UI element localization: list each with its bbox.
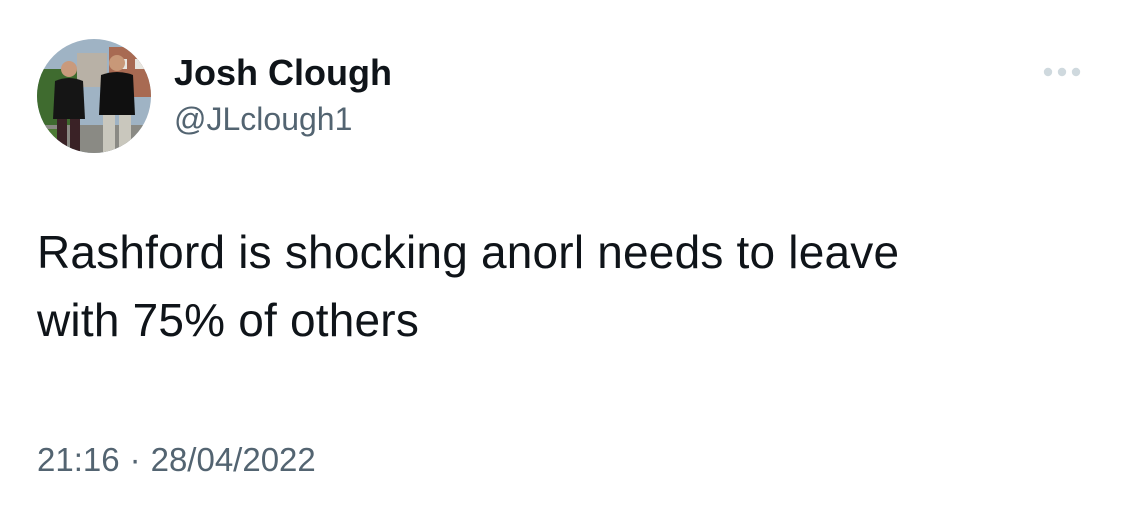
tweet-text: Rashford is shocking anorl needs to leav…: [37, 218, 1097, 354]
author-handle[interactable]: @JLclough1: [174, 100, 392, 138]
author-avatar[interactable]: [37, 39, 151, 153]
tweet-timestamp[interactable]: 21:16 · 28/04/2022: [37, 440, 316, 480]
tweet-text-line: with 75% of others: [37, 294, 420, 346]
timestamp-separator: ·: [129, 441, 141, 478]
more-horizontal-icon: [1043, 67, 1081, 77]
author-info: Josh Clough @JLclough1: [174, 52, 392, 138]
tweet-time: 21:16: [37, 441, 120, 478]
author-display-name[interactable]: Josh Clough: [174, 52, 392, 94]
tweet-text-line: Rashford is shocking anorl needs to leav…: [37, 226, 900, 278]
tweet-card: Josh Clough @JLclough1 Rashford is shock…: [0, 0, 1125, 513]
more-options-button[interactable]: [1034, 56, 1090, 88]
tweet-date: 28/04/2022: [150, 441, 316, 478]
avatar-photo-icon: [37, 39, 151, 153]
